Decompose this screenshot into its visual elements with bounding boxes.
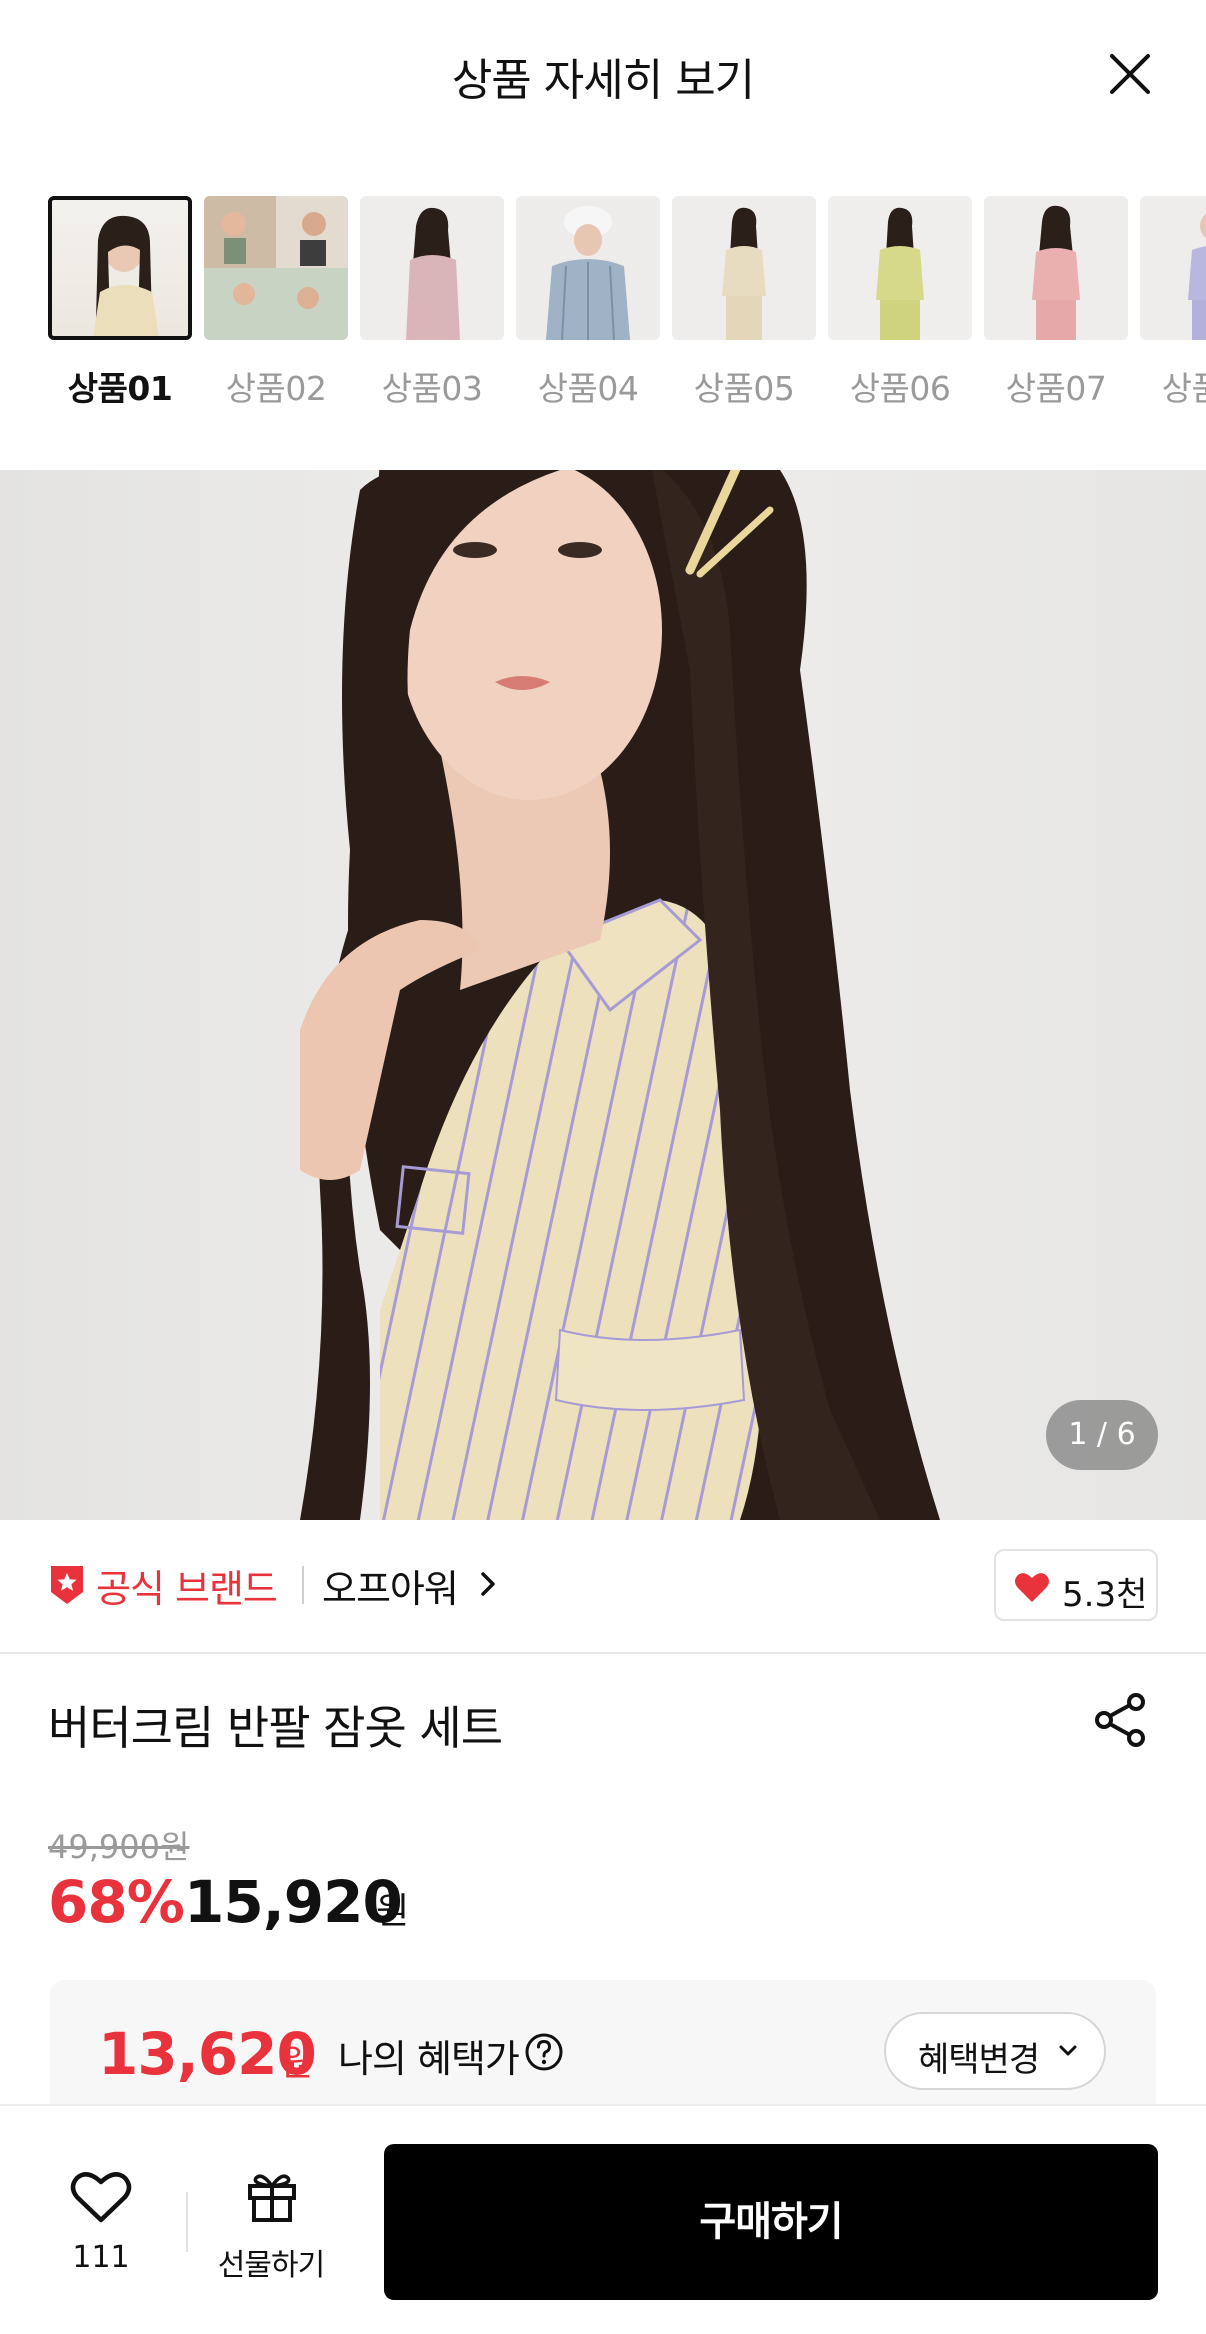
benefit-label: 나의 혜택가 — [338, 2037, 520, 2081]
gift-button[interactable]: 선물하기 — [206, 2168, 336, 2283]
close-icon[interactable] — [1106, 50, 1154, 98]
benefit-price-unit: 원 — [280, 2043, 314, 2084]
share-icon[interactable] — [1092, 1692, 1148, 1748]
header: 상품 자세히 보기 — [0, 0, 1206, 150]
buy-button[interactable]: 구매하기 — [384, 2144, 1158, 2300]
discount-rate: 68% — [48, 1868, 185, 1936]
thumbnail-item[interactable]: 상품07 — [984, 196, 1128, 410]
benefit-change-label: 혜택변경 — [918, 2040, 1040, 2080]
brand-like-button[interactable]: 5.3천 — [994, 1549, 1158, 1621]
thumbnail-label: 상품03 — [381, 369, 483, 408]
official-badge-icon — [51, 1566, 83, 1604]
thumbnail-image — [48, 196, 192, 340]
thumbnail-label: 상품06 — [849, 369, 951, 408]
thumbnail-image — [516, 196, 660, 340]
thumbnail-label: 상품05 — [693, 369, 795, 408]
heart-outline-icon — [70, 2172, 132, 2223]
gift-icon — [248, 2174, 296, 2222]
thumbnail-item[interactable]: 상품01 — [48, 196, 192, 410]
divider — [186, 2192, 188, 2252]
wishlist-button[interactable]: 111 — [50, 2168, 152, 2278]
thumbnail-label: 상품01 — [67, 369, 173, 408]
heart-icon — [1015, 1573, 1049, 1602]
thumbnail-image — [984, 196, 1128, 340]
brand-row: 공식 브랜드 오프아워 5.3천 — [0, 1520, 1206, 1654]
sale-price-unit: 원 — [376, 1891, 410, 1932]
help-icon[interactable] — [524, 2032, 564, 2072]
thumbnail-item[interactable]: 상품03 — [360, 196, 504, 410]
page-title: 상품 자세히 보기 — [451, 55, 755, 106]
thumbnail-image — [1140, 196, 1206, 340]
original-price: 49,900원 — [48, 1828, 190, 1866]
thumbnail-image — [360, 196, 504, 340]
image-pager: 1 / 6 — [1046, 1400, 1158, 1470]
chevron-down-icon — [1059, 2045, 1077, 2056]
brand-name-link[interactable]: 오프아워 — [322, 1558, 459, 1613]
thumbnail-label: 상품02 — [225, 369, 327, 408]
benefit-change-button[interactable]: 혜택변경 — [884, 2012, 1106, 2090]
thumbnail-item[interactable]: 상품02 — [204, 196, 348, 410]
wishlist-count: 111 — [72, 2240, 130, 2275]
thumbnail-item[interactable]: 상품08 — [1140, 196, 1206, 410]
thumbnail-label: 상품04 — [537, 369, 639, 408]
thumbnail-strip[interactable]: 상품01 상품02 상품03 상품04 상품05 상품06 상품07 상 — [48, 196, 1206, 416]
thumbnail-label: 상품08 — [1161, 369, 1206, 408]
product-title: 버터크림 반팔 잠옷 세트 — [48, 1701, 503, 1755]
bottom-action-bar: 111 선물하기 구매하기 — [0, 2104, 1206, 2334]
thumbnail-label: 상품07 — [1005, 369, 1107, 408]
chevron-right-icon[interactable] — [478, 1570, 498, 1598]
divider — [302, 1566, 304, 1604]
thumbnail-image — [204, 196, 348, 340]
thumbnail-item[interactable]: 상품06 — [828, 196, 972, 410]
thumbnail-item[interactable]: 상품05 — [672, 196, 816, 410]
sale-price: 15,920 — [184, 1868, 403, 1936]
gift-label: 선물하기 — [217, 2248, 325, 2283]
product-hero-image[interactable] — [0, 470, 1206, 1520]
thumbnail-image — [828, 196, 972, 340]
thumbnail-item[interactable]: 상품04 — [516, 196, 660, 410]
brand-like-count: 5.3천 — [1062, 1575, 1148, 1615]
thumbnail-image — [672, 196, 816, 340]
official-brand-label: 공식 브랜드 — [96, 1567, 278, 1611]
